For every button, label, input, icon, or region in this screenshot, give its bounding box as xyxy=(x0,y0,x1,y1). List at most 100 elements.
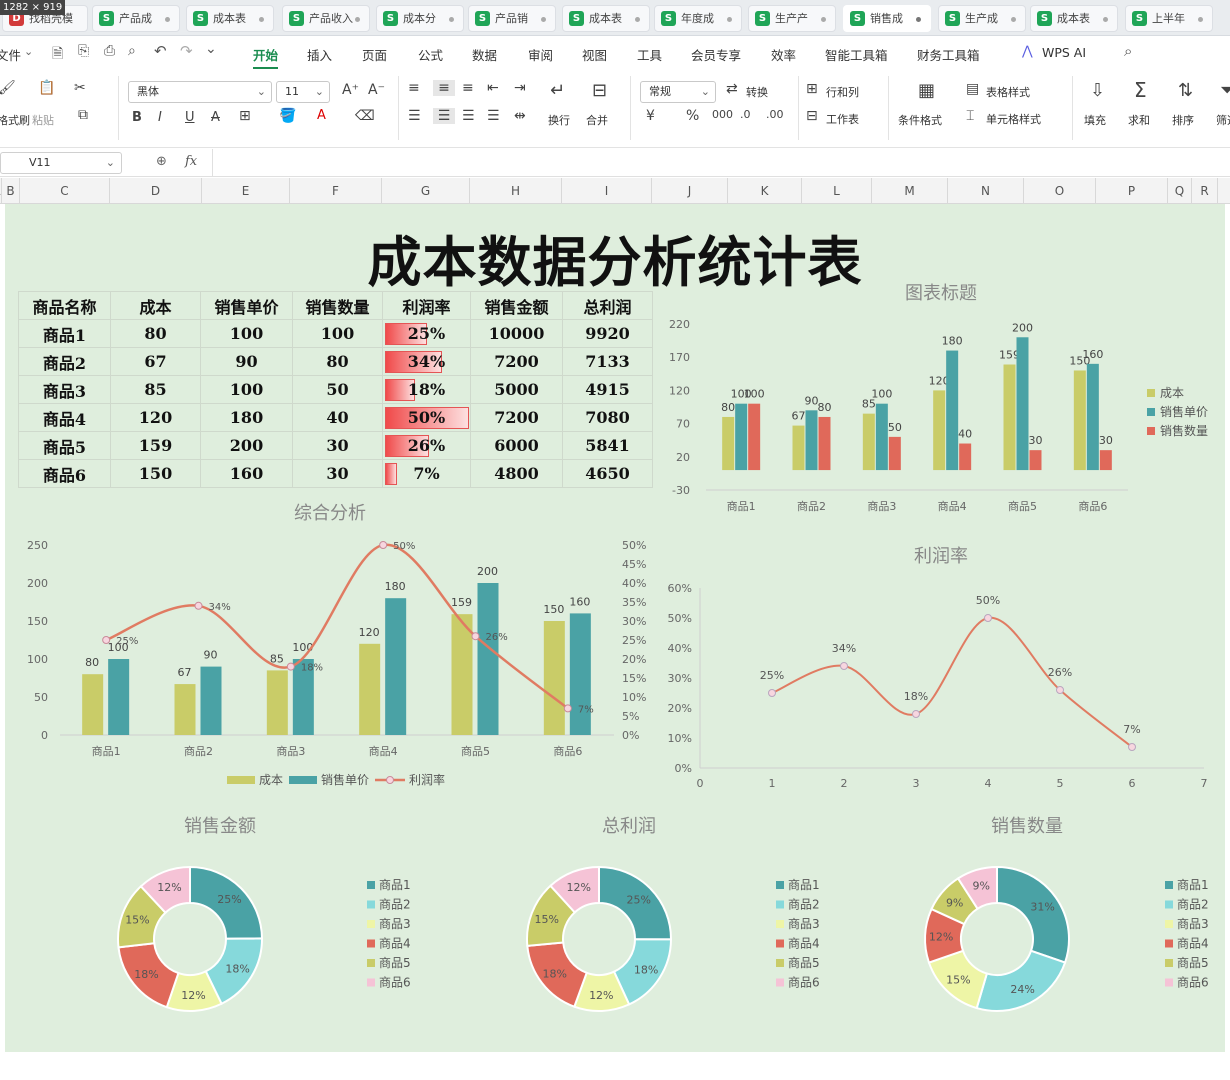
bar xyxy=(805,410,818,471)
rate-point xyxy=(768,689,776,697)
legend-label: 商品1 xyxy=(1177,877,1209,892)
slice-label: 15% xyxy=(125,914,149,927)
y2-tick-label: 50% xyxy=(622,539,646,552)
chart-title: 销售金额 xyxy=(184,816,256,837)
bar xyxy=(359,643,381,735)
rate-point xyxy=(563,704,572,713)
legend-label: 商品3 xyxy=(379,916,411,931)
slice-label: 24% xyxy=(1010,983,1034,996)
y-tick-label: 100 xyxy=(27,653,48,666)
legend-label: 商品4 xyxy=(379,936,411,951)
legend-swatch xyxy=(776,978,784,987)
x-tick-label: 商品5 xyxy=(1008,499,1037,513)
data-label: 160 xyxy=(1082,348,1103,361)
bar xyxy=(946,350,959,471)
y-tick-label: 50 xyxy=(34,691,48,704)
bar xyxy=(888,436,901,471)
bar xyxy=(875,403,888,471)
y2-tick-label: 35% xyxy=(622,596,646,609)
x-tick-label: 7 xyxy=(1201,777,1208,790)
data-label: 200 xyxy=(477,565,498,578)
y2-tick-label: 15% xyxy=(622,672,646,685)
data-label: 50 xyxy=(888,421,902,434)
data-label: 40 xyxy=(958,428,972,441)
data-label: 100 xyxy=(871,388,892,401)
bar xyxy=(722,416,735,471)
legend-swatch xyxy=(367,920,375,928)
x-tick-label: 商品2 xyxy=(184,744,213,758)
legend-label: 销售数量 xyxy=(1160,423,1208,438)
legend-swatch xyxy=(367,959,375,967)
chart-title: 销售数量 xyxy=(991,816,1063,837)
data-label: 30 xyxy=(1029,434,1043,447)
data-label: 30 xyxy=(1099,434,1113,447)
rate-label: 50% xyxy=(393,541,415,552)
slice-label: 15% xyxy=(946,974,970,987)
rate-label: 25% xyxy=(760,669,784,682)
rate-label: 26% xyxy=(1048,666,1072,679)
data-label: 90 xyxy=(204,649,218,662)
data-label: 120 xyxy=(359,626,380,639)
y-tick-label: 220 xyxy=(669,318,690,331)
slice-label: 25% xyxy=(626,894,650,907)
x-tick-label: 商品5 xyxy=(461,744,490,758)
legend-label: 商品4 xyxy=(1177,936,1209,951)
legend-swatch xyxy=(227,776,255,784)
rate-point xyxy=(912,710,920,718)
y2-tick-label: 5% xyxy=(622,710,639,723)
y-tick-label: 150 xyxy=(27,615,48,628)
legend-swatch xyxy=(367,939,375,948)
legend-swatch xyxy=(1147,427,1155,435)
data-label: 180 xyxy=(942,335,963,348)
data-label: 67 xyxy=(178,666,192,679)
y-tick-label: 70 xyxy=(676,418,690,431)
legend-label: 商品2 xyxy=(1177,897,1209,912)
legend-label: 商品2 xyxy=(788,897,820,912)
rate-point xyxy=(1128,743,1136,751)
legend-swatch xyxy=(776,939,784,948)
legend-label: 商品5 xyxy=(788,955,820,970)
y-tick-label: 60% xyxy=(668,582,692,595)
bar xyxy=(1016,337,1029,471)
slice-label: 18% xyxy=(225,963,249,976)
bar xyxy=(569,613,591,735)
bar xyxy=(1099,450,1112,471)
rate-label: 34% xyxy=(832,642,856,655)
rate-point xyxy=(286,662,295,671)
legend-label: 成本 xyxy=(259,773,283,787)
y2-tick-label: 45% xyxy=(622,558,646,571)
bar xyxy=(735,403,748,471)
rate-point xyxy=(840,662,848,670)
y-tick-label: 0% xyxy=(675,762,692,775)
chart-title: 利润率 xyxy=(914,546,968,567)
legend-label: 销售单价 xyxy=(1160,404,1208,419)
y2-tick-label: 20% xyxy=(622,653,646,666)
bar xyxy=(451,614,473,735)
rate-point xyxy=(1056,686,1064,694)
slice-label: 12% xyxy=(929,930,953,943)
rate-point xyxy=(471,632,480,641)
legend-label: 销售单价 xyxy=(321,772,369,787)
y-tick-label: 250 xyxy=(27,539,48,552)
chart-title: 综合分析 xyxy=(294,503,366,524)
rate-line xyxy=(105,543,569,710)
x-tick-label: 商品4 xyxy=(369,744,398,758)
data-label: 159 xyxy=(451,596,472,609)
bar xyxy=(543,621,565,735)
x-tick-label: 商品3 xyxy=(867,499,896,513)
y-tick-label: 200 xyxy=(27,577,48,590)
slice-label: 12% xyxy=(181,989,205,1002)
data-label: 80 xyxy=(85,656,99,669)
rate-label: 18% xyxy=(904,690,928,703)
legend-swatch xyxy=(367,881,375,889)
legend-label: 成本 xyxy=(1160,386,1184,400)
x-tick-label: 商品3 xyxy=(276,744,305,758)
rate-label: 50% xyxy=(976,594,1000,607)
data-label: 100 xyxy=(744,388,765,401)
slice-label: 9% xyxy=(946,896,963,909)
legend-swatch xyxy=(367,978,375,987)
x-tick-label: 商品1 xyxy=(727,499,756,513)
rate-point xyxy=(984,614,992,622)
legend-swatch xyxy=(1147,408,1155,416)
rate-label: 7% xyxy=(578,704,594,715)
